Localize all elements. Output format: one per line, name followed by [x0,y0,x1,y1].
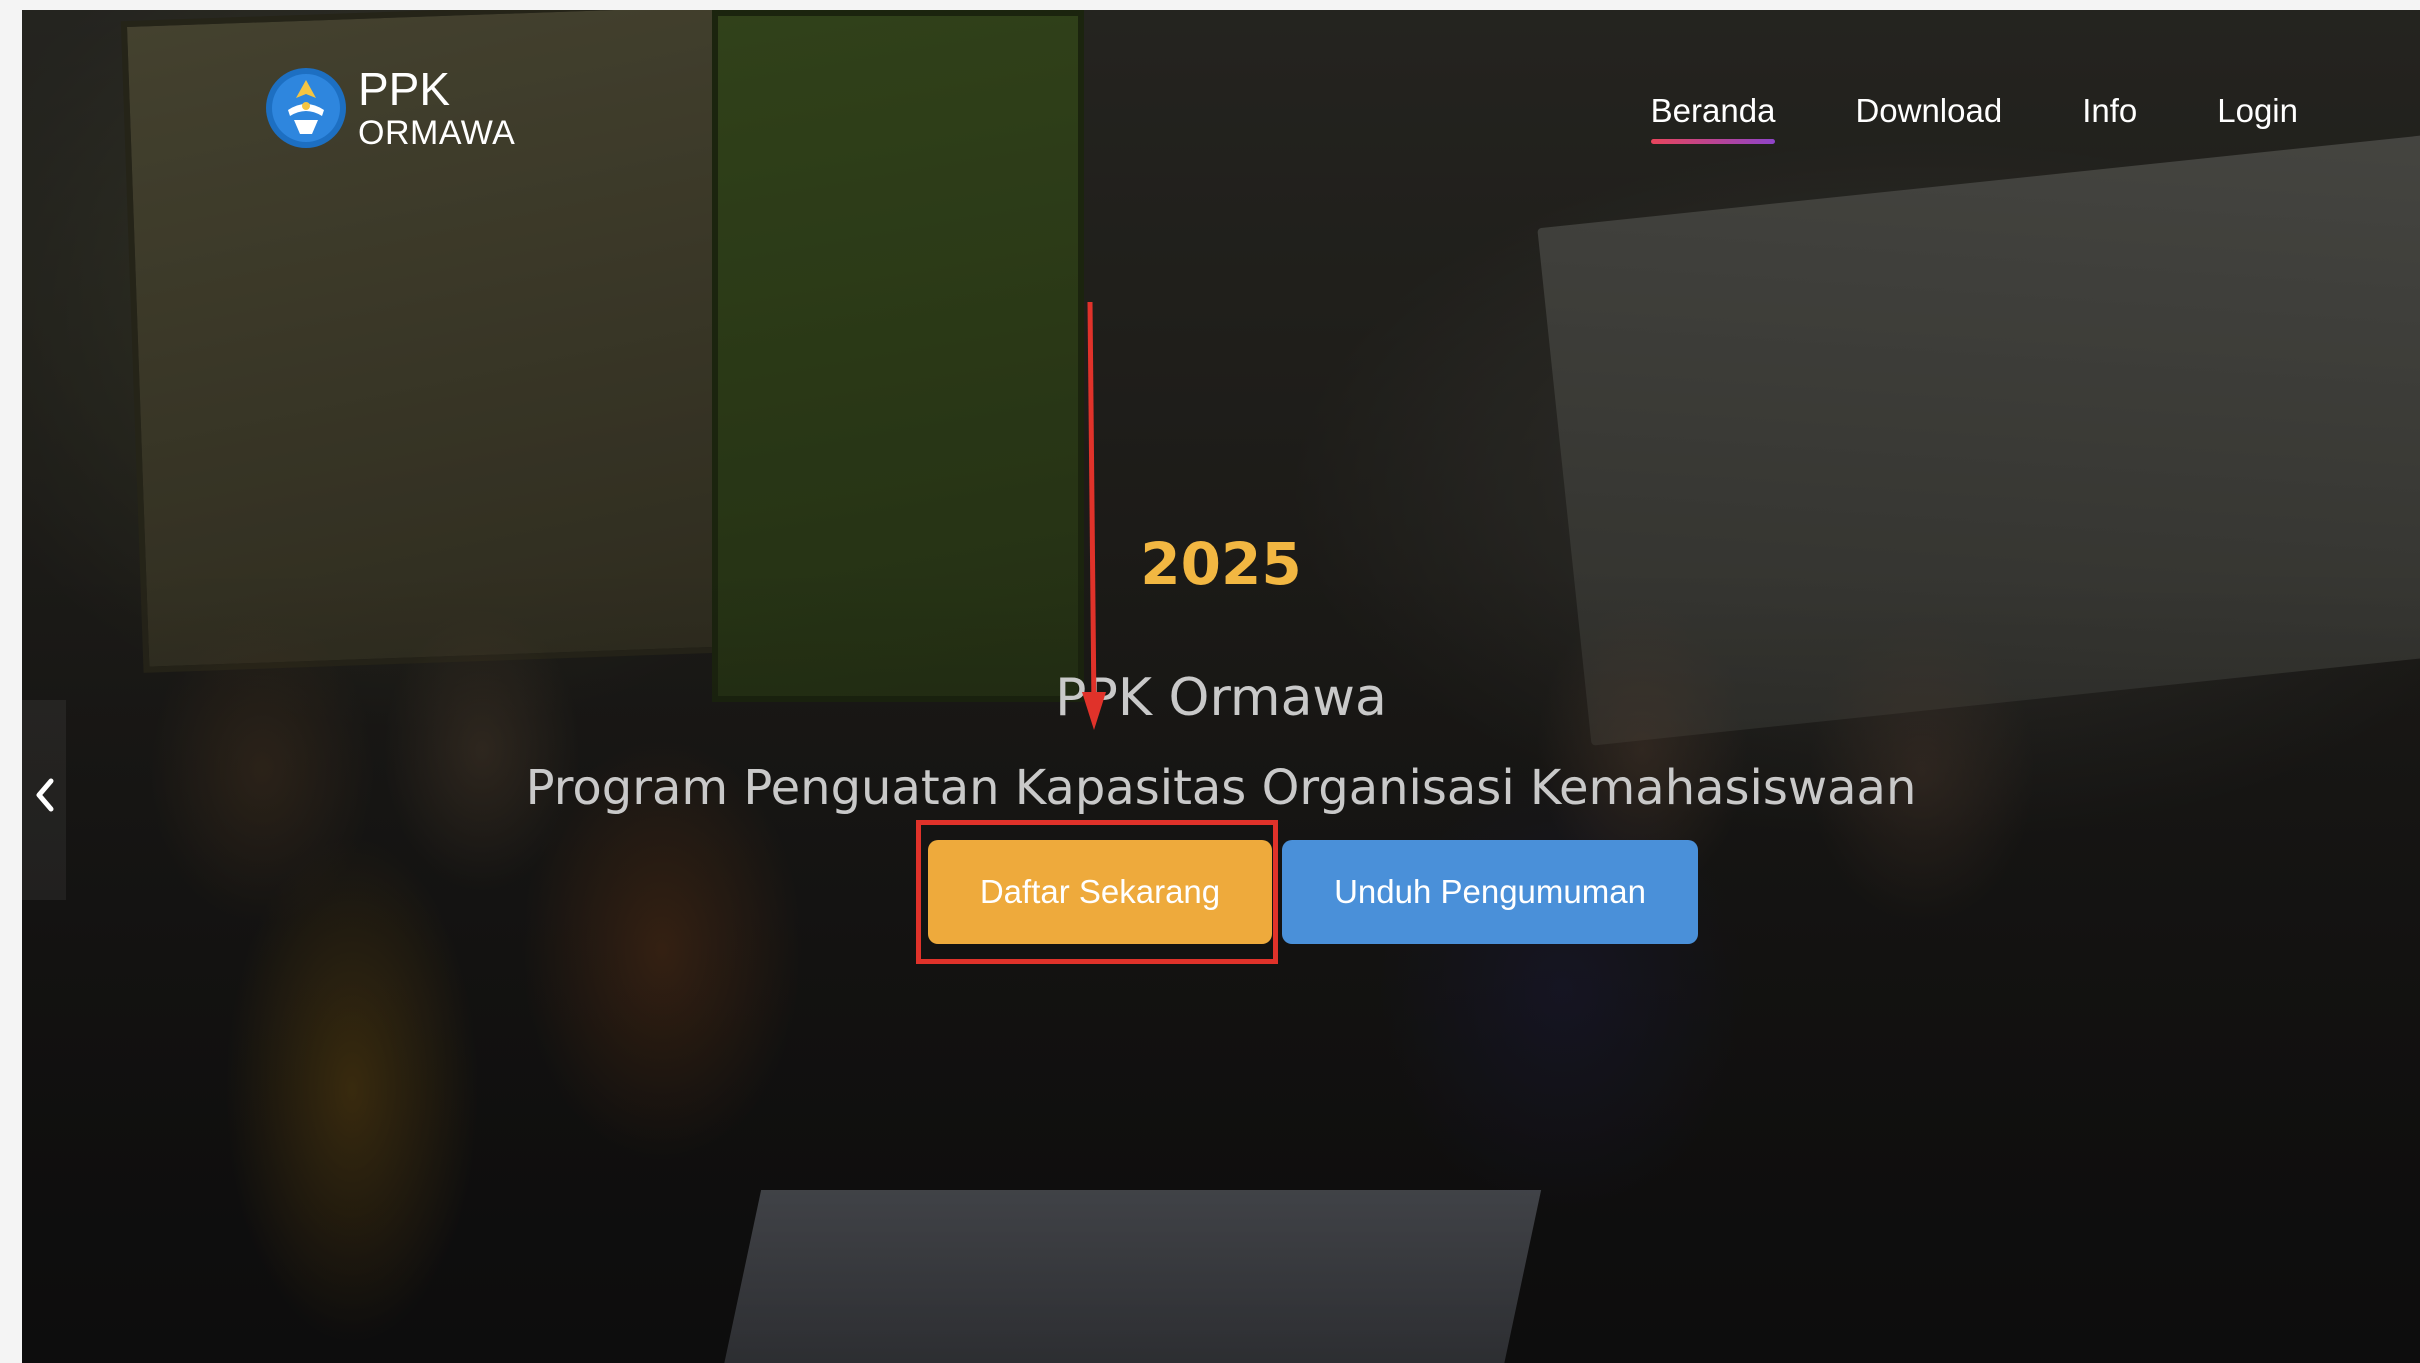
brand-logo[interactable]: PPK ORMAWA [264,58,515,158]
hero-subtitle: Program Penguatan Kapasitas Organisasi K… [525,760,1917,816]
brand-text: PPK ORMAWA [358,66,515,150]
nav-item-info[interactable]: Info [2082,92,2137,130]
nav-item-download[interactable]: Download [1855,92,2002,130]
main-nav: Beranda Download Info Login [1650,92,2298,144]
tut-wuri-handayani-emblem-icon [264,58,348,158]
brand-name-top: PPK [358,63,451,115]
nav-item-beranda[interactable]: Beranda [1650,92,1775,144]
hero-year: 2025 [1140,530,1302,598]
nav-item-login[interactable]: Login [2217,92,2298,130]
unduh-pengumuman-button[interactable]: Unduh Pengumuman [1282,840,1698,944]
hero-title: PPK Ormawa [1055,668,1387,728]
brand-name-bottom: ORMAWA [358,114,516,152]
hero-section: PPK ORMAWA Beranda Download Info Login 2… [22,10,2420,1363]
daftar-sekarang-button[interactable]: Daftar Sekarang [928,840,1272,944]
